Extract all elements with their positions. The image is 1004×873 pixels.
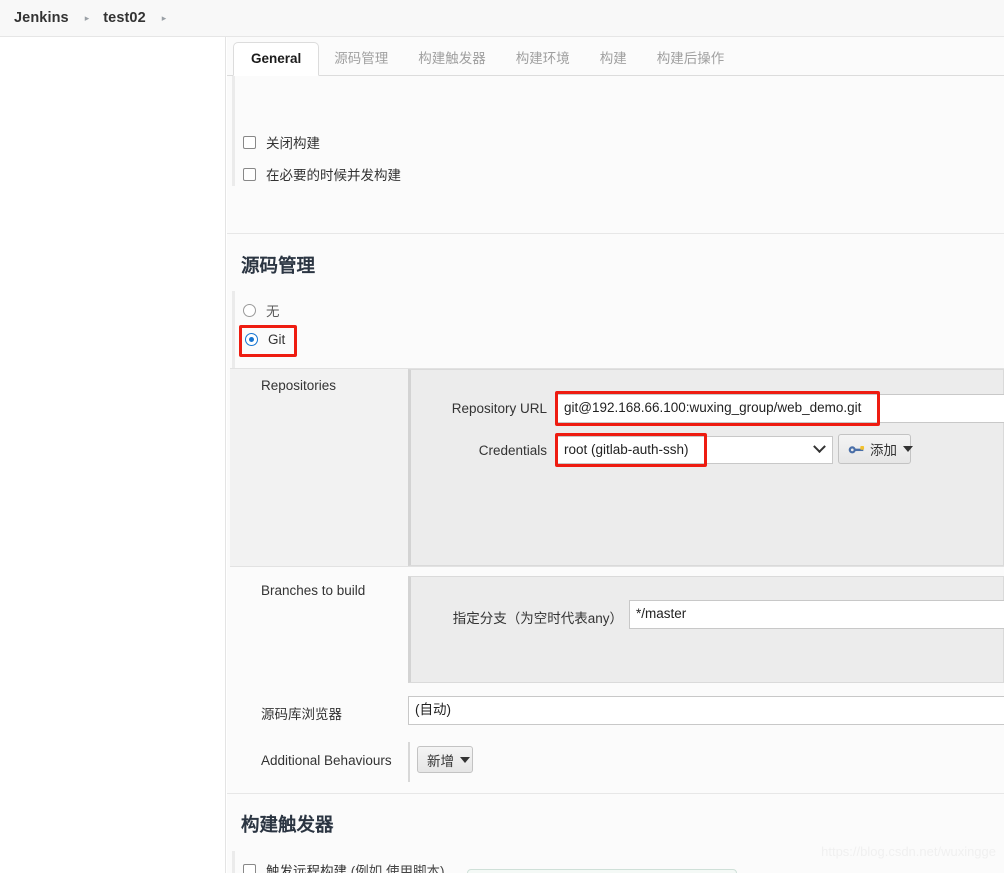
add-credentials-button[interactable]: 添加 (838, 434, 913, 464)
checkbox-label-disable-build: 关闭构建 (266, 136, 320, 151)
caret-down-icon-behaviour (460, 756, 470, 763)
partially-visible-widget (467, 869, 737, 873)
select-repository-browser[interactable]: (自动) (408, 696, 1004, 725)
chevron-down-icon (813, 440, 826, 454)
radio-none[interactable] (243, 303, 256, 317)
label-credentials: Credentials (478, 443, 547, 458)
config-tab-bar: General 源码管理 构建触发器 构建环境 构建 构建后操作 (227, 37, 1004, 76)
checkbox-row-trigger-remote-build[interactable]: 触发远程构建 (例如,使用脚本) (243, 860, 445, 873)
input-repository-url[interactable]: git@192.168.66.100:wuxing_group/web_demo… (557, 394, 1004, 423)
add-behaviour-label: 新增 (427, 753, 454, 769)
divider-above-scm (227, 233, 1004, 234)
checkbox-concurrent-build[interactable] (243, 167, 256, 181)
tab-build-environment[interactable]: 构建环境 (501, 43, 585, 76)
checkbox-row-disable-build[interactable]: 关闭构建 (243, 132, 320, 152)
checkbox-label-concurrent-build: 在必要的时候并发构建 (266, 168, 401, 183)
select-credentials-value: root (gitlab-auth-ssh) (564, 442, 689, 457)
label-branches-to-build: Branches to build (261, 583, 366, 598)
breadcrumb-item-test02[interactable]: test02 (103, 10, 146, 26)
tab-build[interactable]: 构建 (585, 43, 642, 76)
checkbox-label-trigger-remote-build-suffix: (例如,使用脚本) (347, 864, 445, 873)
tab-build-triggers[interactable]: 构建触发器 (403, 43, 501, 76)
label-additional-behaviours: Additional Behaviours (261, 753, 392, 768)
checkbox-trigger-remote-build[interactable] (243, 863, 256, 873)
select-credentials[interactable]: root (gitlab-auth-ssh) (557, 436, 833, 464)
checkbox-row-concurrent-build[interactable]: 在必要的时候并发构建 (243, 164, 401, 184)
rail-additional-behaviours (408, 742, 410, 782)
tab-source-code-management[interactable]: 源码管理 (319, 43, 403, 76)
sidebar (0, 37, 226, 873)
breadcrumb-item-jenkins[interactable]: Jenkins (14, 10, 69, 26)
label-repository-browser: 源码库浏览器 (261, 707, 342, 722)
divider-above-triggers (227, 793, 1004, 794)
tab-post-build-actions[interactable]: 构建后操作 (642, 43, 740, 76)
caret-down-icon (903, 446, 913, 452)
watermark: https://blog.csdn.net/wuxingge (821, 844, 996, 859)
checkbox-disable-build[interactable] (243, 135, 256, 149)
checkbox-label-trigger-remote-build-main: 触发远程构建 (266, 864, 347, 873)
radio-row-git[interactable]: Git (245, 332, 285, 347)
breadcrumb-separator-icon-2[interactable]: ▸ (162, 13, 167, 23)
add-behaviour-button[interactable]: 新增 (417, 746, 473, 773)
config-form-body: 关闭构建 在必要的时候并发构建 源码管理 无 Git Repositories … (227, 76, 1004, 873)
label-repositories: Repositories (261, 378, 337, 393)
add-credentials-label: 添加 (870, 443, 897, 458)
section-rail-triggers (232, 851, 235, 873)
radio-row-none[interactable]: 无 (243, 300, 280, 320)
radio-label-none: 无 (266, 304, 280, 319)
section-title-scm: 源码管理 (241, 255, 316, 276)
radio-label-git: Git (268, 332, 286, 347)
breadcrumb: Jenkins ▸ test02 ▸ (0, 0, 1004, 37)
key-icon (848, 446, 865, 454)
label-repository-url: Repository URL (451, 401, 547, 416)
section-rail-general (232, 76, 235, 186)
tab-general[interactable]: General (233, 41, 320, 76)
branches-inner-panel (408, 576, 1004, 683)
breadcrumb-separator-icon: ▸ (84, 12, 90, 23)
config-main-column: General 源码管理 构建触发器 构建环境 构建 构建后操作 关闭构建 在必… (227, 37, 1004, 873)
input-branch-specifier[interactable]: */master (629, 600, 1004, 629)
section-title-build-triggers: 构建触发器 (241, 814, 334, 835)
label-branch-specifier: 指定分支（为空时代表any） (452, 611, 623, 626)
checkbox-label-trigger-remote-build: 触发远程构建 (例如,使用脚本) (266, 860, 445, 873)
radio-git[interactable] (245, 333, 258, 346)
